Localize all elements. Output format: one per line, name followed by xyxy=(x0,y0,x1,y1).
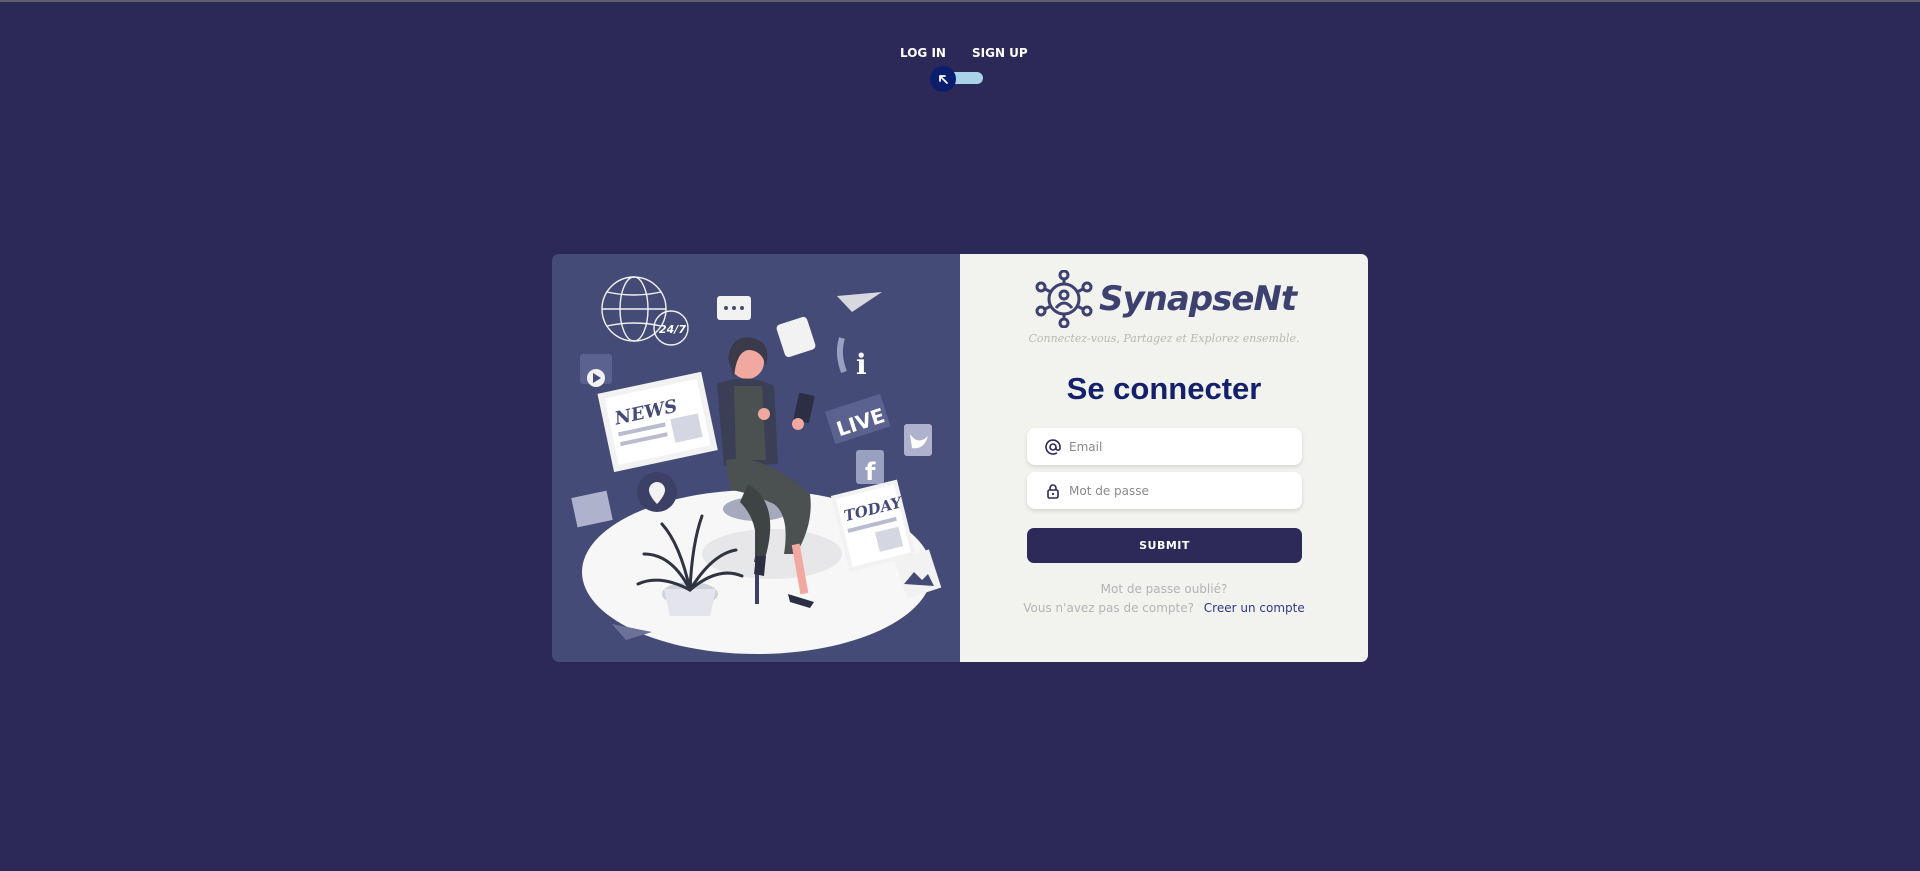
create-account-link[interactable]: Creer un compte xyxy=(1204,601,1305,615)
brand-name: SynapseNt xyxy=(1099,279,1297,319)
at-sign-icon xyxy=(1045,438,1061,455)
network-people-icon xyxy=(1035,270,1093,328)
signup-tab[interactable]: SIGN UP xyxy=(972,46,1028,60)
submit-button[interactable]: SUBMIT xyxy=(1027,528,1302,563)
label-info: i xyxy=(856,348,867,381)
email-field[interactable] xyxy=(1027,428,1302,465)
login-panel: SynapseNt Connectez-vous, Partagez et Ex… xyxy=(960,254,1368,662)
page-title: Se connecter xyxy=(1066,371,1262,406)
forgot-password-link[interactable]: Mot de passe oublié? xyxy=(960,582,1368,596)
news-illustration: 24/7 i NEWS LIVE f TODAY xyxy=(571,276,942,654)
arrow-up-left-icon xyxy=(939,75,948,84)
lock-icon xyxy=(1047,483,1059,499)
auth-switch: LOG IN SIGN UP xyxy=(0,46,1920,96)
login-card: 24/7 i NEWS LIVE f TODAY SynapseNt Conne… xyxy=(552,254,1368,662)
facebook-glyph: f xyxy=(865,458,876,486)
email-input[interactable] xyxy=(1069,439,1289,454)
brand-logo: SynapseNt xyxy=(1035,270,1297,328)
login-tab[interactable]: LOG IN xyxy=(900,46,946,60)
label-247: 24/7 xyxy=(659,323,686,336)
brand-tagline: Connectez-vous, Partagez et Explorez ens… xyxy=(1028,332,1300,345)
password-input[interactable] xyxy=(1069,483,1289,498)
no-account-text: Vous n'avez pas de compte? xyxy=(1023,601,1194,615)
password-field[interactable] xyxy=(1027,472,1302,509)
window-top-border xyxy=(0,0,1920,2)
signup-prompt: Vous n'avez pas de compte? Creer un comp… xyxy=(960,601,1368,615)
toggle-knob[interactable] xyxy=(930,66,956,92)
illustration-panel: 24/7 i NEWS LIVE f TODAY xyxy=(552,254,960,662)
